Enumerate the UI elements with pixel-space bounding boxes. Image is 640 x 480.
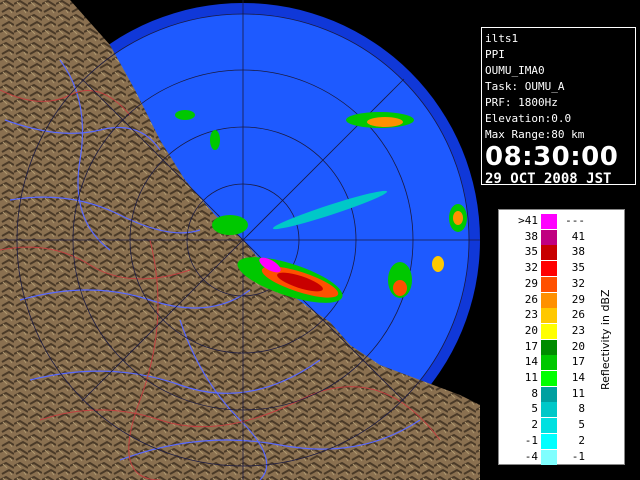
legend-color-swatch — [541, 261, 557, 277]
legend-low-value: 29 — [524, 276, 538, 290]
legend-high-value: --- — [565, 214, 585, 227]
legend-low-value: 20 — [524, 323, 538, 337]
legend-row: 25 — [499, 417, 624, 434]
legend-high-value: 17 — [571, 355, 585, 369]
legend-low-value: 38 — [524, 229, 538, 243]
legend-low-value: 26 — [524, 292, 538, 306]
legend-low-value: 17 — [524, 339, 538, 353]
legend-color-swatch — [541, 229, 557, 245]
legend-high-value: 2 — [578, 433, 585, 447]
legend-high-value: 38 — [571, 245, 585, 259]
legend-low-value: -4 — [524, 449, 538, 463]
legend-title: Reflectivity in dBZ — [599, 289, 612, 391]
legend-color-swatch — [541, 292, 557, 308]
legend-color-swatch — [541, 245, 557, 261]
legend-row: 38 41 — [499, 229, 624, 245]
legend-high-value: 41 — [571, 229, 585, 243]
site-name: OUMU_IMA0 — [485, 64, 545, 77]
legend-row: >41 --- — [499, 213, 624, 229]
station-name: ilts1 — [485, 32, 519, 45]
legend-low-value: 2 — [531, 418, 538, 432]
scan-time: 08:30:00 — [485, 142, 619, 172]
legend-high-value: 20 — [571, 339, 585, 353]
legend-color-swatch — [541, 308, 557, 324]
legend-low-value: 11 — [524, 371, 538, 384]
legend-high-value: 14 — [571, 371, 585, 384]
legend-low-value: 32 — [524, 261, 538, 275]
legend-color-swatch — [541, 386, 557, 402]
info-panel: ilts1 PPI OUMU_IMA0 Task: OUMU_A PRF: 18… — [481, 27, 636, 187]
legend-color-swatch — [541, 371, 557, 386]
legend-high-value: 23 — [571, 323, 585, 337]
legend-row: -1 2 — [499, 433, 624, 449]
legend-color-swatch — [541, 449, 557, 465]
legend-high-value: 32 — [571, 276, 585, 290]
legend-low-value: 35 — [524, 245, 538, 259]
legend-row: 35 38 — [499, 244, 624, 261]
legend-color-swatch — [541, 433, 557, 449]
legend-color-swatch — [541, 339, 557, 355]
legend-low-value: 8 — [531, 386, 538, 400]
legend-high-value: 8 — [578, 402, 585, 416]
legend-color-swatch — [541, 418, 557, 434]
legend-high-value: 29 — [571, 292, 585, 306]
legend-color-swatch — [541, 402, 557, 418]
legend-color-swatch — [541, 355, 557, 371]
scan-type: PPI — [485, 48, 505, 61]
legend-color-swatch — [541, 323, 557, 339]
task-name: Task: OUMU_A — [485, 80, 565, 93]
prf-value: PRF: 1800Hz — [485, 96, 558, 109]
elevation-value: Elevation:0.0 — [485, 112, 572, 125]
legend-low-value: 14 — [524, 355, 538, 369]
legend-high-value: 5 — [578, 418, 585, 432]
legend-high-value: 26 — [571, 308, 585, 322]
legend-high-value: -1 — [571, 449, 585, 463]
legend-high-value: 35 — [571, 261, 585, 275]
legend-low-value: 5 — [531, 402, 538, 416]
legend-low-value: -1 — [524, 433, 538, 447]
legend-color-swatch — [541, 214, 557, 229]
max-range-value: Max Range:80 km — [485, 128, 585, 141]
radar-map[interactable] — [0, 0, 480, 480]
scan-date: 29 OCT 2008 JST — [485, 171, 612, 187]
reflectivity-legend: >41 --- 38 41 35 38 32 35 29 32 26 29 23 26 20 23 17 20 14… — [498, 209, 625, 465]
legend-low-value: >41 — [518, 214, 538, 227]
legend-color-swatch — [541, 276, 557, 292]
legend-high-value: 11 — [571, 386, 585, 400]
legend-row: -4 -1 — [499, 449, 624, 465]
legend-low-value: 23 — [524, 308, 538, 322]
